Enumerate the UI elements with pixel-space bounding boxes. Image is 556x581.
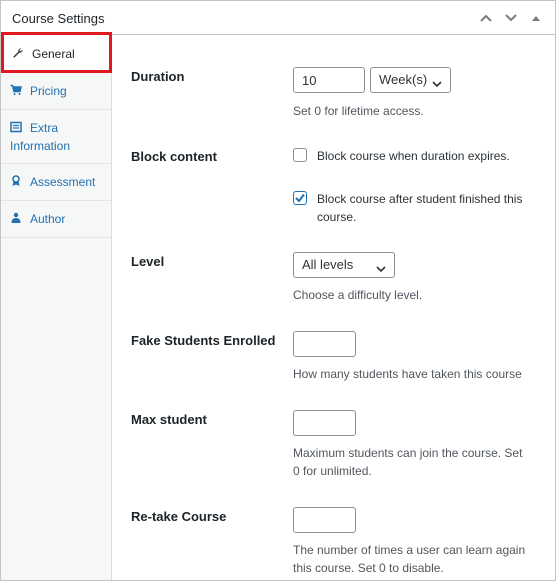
chevron-down-icon[interactable] — [499, 7, 522, 29]
panel-controls — [474, 7, 547, 29]
duration-description: Set 0 for lifetime access. — [293, 104, 424, 118]
fake-students-label: Fake Students Enrolled — [131, 333, 276, 348]
general-settings: Duration Week(s) Set 0 for lifetime acce… — [112, 35, 555, 580]
tab-author-label: Author — [30, 212, 66, 226]
fake-students-input[interactable] — [293, 331, 356, 357]
level-label: Level — [131, 254, 165, 269]
tab-pricing-label: Pricing — [30, 84, 67, 98]
panel-header: Course Settings — [1, 1, 555, 35]
duration-unit-select[interactable]: Week(s) — [370, 67, 451, 93]
duration-label: Duration — [131, 69, 185, 84]
tab-general-label: General — [32, 47, 75, 61]
block-expire-label: Block course when duration expires. — [317, 149, 510, 163]
triangle-up-icon[interactable] — [524, 7, 547, 29]
tab-extra-information[interactable]: Extra Information — [1, 110, 111, 164]
block-finished-label: Block course after student finished this… — [317, 190, 522, 226]
chevron-down-icon — [432, 76, 442, 91]
duration-input[interactable] — [293, 67, 365, 93]
tab-pricing[interactable]: Pricing — [1, 73, 111, 110]
award-icon — [10, 174, 22, 186]
retake-course-description-line2: this course. Set 0 to disable. — [293, 561, 444, 575]
checkmark-icon — [295, 193, 305, 203]
card-icon — [10, 120, 22, 133]
level-value: All levels — [302, 257, 354, 272]
level-description: Choose a difficulty level. — [293, 288, 423, 302]
block-content-label: Block content — [131, 149, 217, 164]
retake-course-label: Re-take Course — [131, 509, 227, 524]
max-student-label: Max student — [131, 412, 207, 427]
tab-assessment-label: Assessment — [30, 175, 96, 189]
retake-course-input[interactable] — [293, 507, 356, 533]
users-icon — [10, 211, 22, 223]
max-student-description: Maximum students can join the course. Se… — [293, 444, 522, 480]
chevron-up-icon[interactable] — [474, 7, 497, 29]
block-expire-checkbox[interactable] — [293, 148, 307, 162]
retake-course-description-line1: The number of times a user can learn aga… — [293, 543, 526, 557]
block-finished-checkbox[interactable] — [293, 191, 307, 205]
block-finished-label-line1: Block course after student finished this — [317, 192, 523, 206]
max-student-description-line2: 0 for unlimited. — [293, 464, 372, 478]
level-select[interactable]: All levels — [293, 252, 395, 278]
max-student-input[interactable] — [293, 410, 356, 436]
settings-sidebar: General Pricing Extra Information Assess… — [1, 32, 112, 580]
course-settings-panel: Course Settings General Pricing Extra In… — [0, 0, 556, 581]
chevron-down-icon — [376, 261, 386, 276]
cart-icon — [10, 83, 22, 95]
wrench-icon — [12, 46, 24, 58]
tab-general[interactable]: General — [1, 32, 112, 73]
max-student-description-line1: Maximum students can join the course. Se… — [293, 446, 523, 460]
tab-author[interactable]: Author — [1, 201, 111, 238]
tab-extra-label-line1: Extra — [30, 121, 59, 135]
block-finished-label-line2: course. — [317, 210, 357, 224]
panel-title: Course Settings — [12, 11, 105, 26]
tab-assessment[interactable]: Assessment — [1, 164, 111, 201]
tab-extra-label-line2: Information — [10, 139, 71, 153]
duration-unit-value: Week(s) — [379, 72, 428, 87]
retake-course-description: The number of times a user can learn aga… — [293, 541, 525, 577]
fake-students-description: How many students have taken this course — [293, 367, 522, 381]
